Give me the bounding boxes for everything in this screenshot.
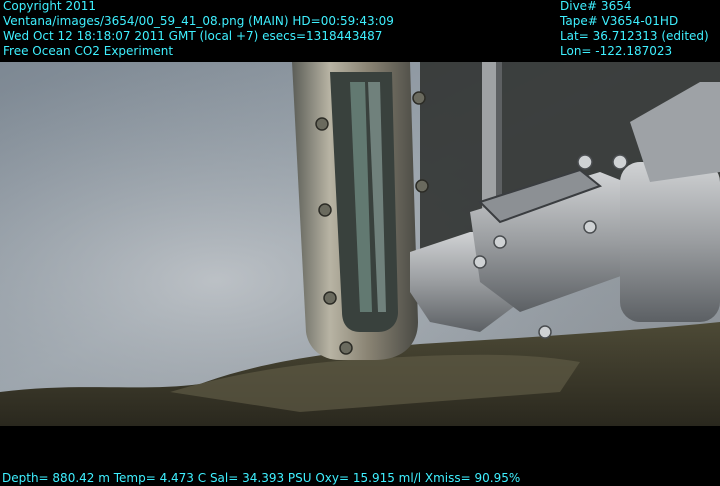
bolt	[323, 291, 337, 305]
timestamp-line: Wed Oct 12 18:18:07 2011 GMT (local +7) …	[3, 29, 383, 43]
scene-illustration	[0, 62, 720, 426]
copyright-line: Copyright 2011	[3, 0, 96, 13]
sensor-readout: Depth= 880.42 m Temp= 4.473 C Sal= 34.39…	[2, 471, 521, 485]
arm-bolt	[538, 325, 552, 339]
arm-bolt	[612, 154, 628, 170]
video-frame: Copyright 2011 Ventana/images/3654/00_59…	[0, 0, 720, 486]
dive-number-line: Dive# 3654	[560, 0, 632, 13]
bolt	[318, 203, 332, 217]
latitude-line: Lat= 36.712313 (edited)	[560, 29, 709, 43]
bolt	[339, 341, 353, 355]
tape-number-line: Tape# V3654-01HD	[560, 14, 679, 28]
bolt	[415, 179, 429, 193]
underwater-scene	[0, 62, 720, 426]
manipulator-wrist	[620, 162, 720, 322]
arm-bolt	[577, 154, 593, 170]
experiment-line: Free Ocean CO2 Experiment	[3, 44, 174, 58]
metadata-top-right: Dive# 3654 Tape# V3654-01HD Lat= 36.7123…	[560, 0, 709, 59]
metadata-top-left: Copyright 2011 Ventana/images/3654/00_59…	[3, 0, 394, 59]
bolt	[315, 117, 329, 131]
arm-bolt	[583, 220, 597, 234]
arm-bolt	[493, 235, 507, 249]
longitude-line: Lon= -122.187023	[560, 44, 673, 58]
bolt	[412, 91, 426, 105]
arm-bolt	[473, 255, 487, 269]
image-path-line: Ventana/images/3654/00_59_41_08.png (MAI…	[3, 14, 394, 28]
